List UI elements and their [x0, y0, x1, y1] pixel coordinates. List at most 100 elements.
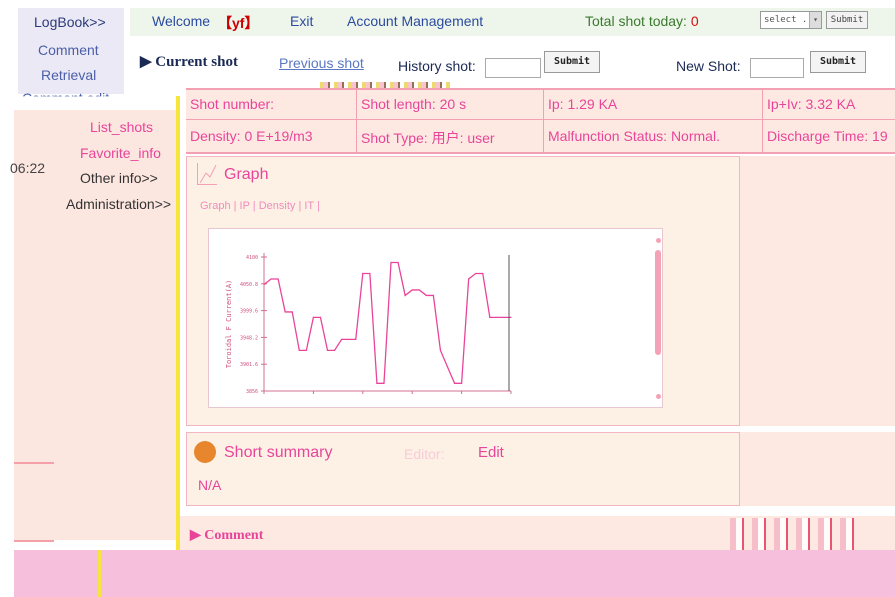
- info-shot-number: Shot number:: [190, 96, 275, 112]
- data-point: [461, 382, 463, 384]
- comment-label-text: Comment: [204, 528, 264, 543]
- new-shot-input[interactable]: [750, 58, 804, 78]
- data-point: [475, 272, 477, 275]
- data-point: [411, 289, 413, 291]
- sidebar-divider: [176, 96, 180, 566]
- data-point: [376, 382, 378, 384]
- clock-time: 06:22: [10, 160, 46, 176]
- bottom-band: [14, 550, 895, 597]
- data-point: [453, 382, 456, 384]
- select-submit-button[interactable]: Submit: [826, 11, 868, 29]
- menu-list-shots[interactable]: List_shots: [90, 119, 153, 135]
- data-point: [277, 278, 279, 280]
- graph-icon: [197, 163, 217, 185]
- graph-title: Graph: [224, 166, 269, 183]
- data-point: [284, 311, 286, 313]
- info-discharge-time: Discharge Time: 19: [767, 128, 888, 144]
- y-tick-label: 3856: [246, 389, 258, 395]
- y-tick-label: 3948.2: [240, 335, 258, 341]
- y-tick-label: 4050.8: [240, 282, 258, 288]
- scroll-up-dot[interactable]: [656, 238, 661, 243]
- info-density: Density: 0 E+19/m3: [190, 128, 313, 144]
- data-point: [446, 366, 449, 368]
- notes-icon: [194, 441, 216, 463]
- summary-title: Short summary: [224, 444, 333, 461]
- info-shot-length: Shot length: 20 s: [361, 96, 467, 112]
- y-tick-label: 4100: [246, 255, 258, 261]
- play-icon: ▶: [190, 528, 201, 543]
- bottom-divider: [98, 550, 101, 597]
- data-point: [418, 289, 420, 291]
- total-shot-count: 0: [690, 13, 699, 29]
- gutter-divider: [14, 462, 54, 464]
- data-point: [263, 283, 265, 286]
- data-point: [489, 316, 491, 319]
- data-point: [362, 272, 364, 275]
- previous-shot-link[interactable]: Previous shot: [279, 55, 364, 71]
- data-point: [496, 316, 498, 319]
- line-chart: 4100 4050.8 3999.6 3948.2 3901.6 3856 Toroidal…: [225, 253, 512, 395]
- summary-side-area: [740, 432, 895, 506]
- menu-other-info[interactable]: Other info>>: [80, 170, 158, 186]
- data-point: [468, 278, 470, 280]
- comment-toggle[interactable]: ▶ Comment: [190, 527, 263, 544]
- series-line: [263, 261, 511, 384]
- data-point: [432, 294, 434, 297]
- data-point: [482, 272, 484, 275]
- chart-container: 4100 4050.8 3999.6 3948.2 3901.6 3856 Toroidal…: [208, 228, 663, 408]
- history-submit-button[interactable]: Submit: [544, 51, 600, 73]
- data-point: [348, 338, 350, 340]
- graph-tabs[interactable]: Graph | IP | Density | IT |: [200, 200, 320, 212]
- data-point: [355, 338, 357, 340]
- data-point: [305, 349, 307, 351]
- history-shot-input[interactable]: [485, 58, 541, 78]
- data-point: [341, 338, 343, 340]
- menu-administration[interactable]: Administration>>: [66, 196, 171, 212]
- data-point: [298, 349, 300, 351]
- comment-link[interactable]: Comment: [38, 42, 99, 58]
- data-point: [270, 278, 272, 280]
- table-divider: [186, 119, 895, 120]
- y-tick-label: 3999.6: [240, 309, 258, 315]
- data-point: [425, 294, 427, 297]
- total-shot-label: Total shot today:: [585, 13, 687, 29]
- table-divider: [186, 152, 895, 154]
- data-point: [369, 272, 371, 275]
- info-ip: Ip: 1.29 KA: [548, 96, 618, 112]
- data-point: [404, 294, 406, 297]
- data-point: [312, 316, 314, 319]
- total-shot-today: Total shot today: 0: [585, 13, 699, 29]
- new-shot-submit-button[interactable]: Submit: [810, 51, 866, 73]
- data-point: [319, 316, 322, 319]
- account-management-link[interactable]: Account Management: [347, 13, 483, 29]
- data-point: [383, 382, 385, 384]
- welcome-label: Welcome: [152, 13, 211, 29]
- gutter-divider: [14, 540, 54, 542]
- chevron-down-icon: ▾: [809, 12, 821, 28]
- table-divider: [762, 90, 763, 152]
- data-point: [397, 261, 399, 264]
- info-ip-iv: Ip+Iv: 3.32 KA: [767, 96, 856, 112]
- comment-edit-link[interactable]: Comment edit: [22, 90, 109, 96]
- table-divider: [543, 90, 544, 152]
- graph-side-area: [740, 156, 895, 426]
- history-shot-label: History shot:: [398, 58, 476, 74]
- logbook-link[interactable]: LogBook>>: [34, 14, 106, 30]
- data-point: [326, 349, 329, 351]
- y-axis-label: Toroidal F Current(A): [225, 280, 233, 369]
- current-shot-label: ▶ Current shot: [140, 52, 238, 71]
- editor-label: Editor:: [404, 446, 445, 462]
- summary-content: N/A: [198, 477, 222, 493]
- edit-link[interactable]: Edit: [478, 444, 504, 461]
- data-point: [439, 349, 442, 351]
- data-point: [510, 316, 512, 319]
- y-tick-label: 3901.6: [240, 362, 258, 368]
- menu-favorite-info[interactable]: Favorite_info: [80, 145, 161, 161]
- current-shot-text: Current shot: [155, 54, 238, 70]
- shot-select-dropdown[interactable]: select ... ▾: [760, 11, 822, 29]
- scroll-down-dot[interactable]: [656, 394, 661, 399]
- data-point: [333, 349, 336, 351]
- exit-link[interactable]: Exit: [290, 13, 313, 29]
- retrieval-link[interactable]: Retrieval: [41, 67, 96, 83]
- chart-scrollbar[interactable]: [655, 250, 661, 355]
